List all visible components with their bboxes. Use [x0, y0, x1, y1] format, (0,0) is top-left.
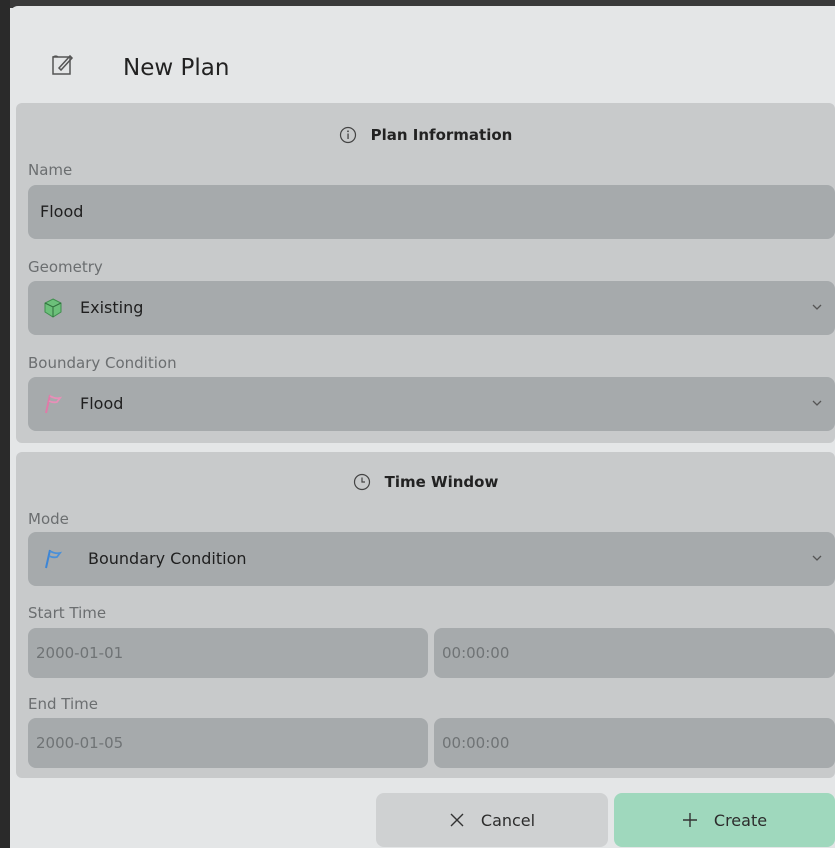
close-icon — [450, 813, 464, 827]
edit-plan-icon — [52, 54, 74, 75]
plan-information-title: Plan Information — [370, 126, 513, 144]
start-date-value: 2000-01-01 — [36, 644, 124, 662]
dialog-header: New Plan — [10, 6, 835, 102]
end-time-input[interactable]: 00:00:00 — [434, 718, 835, 768]
plus-icon — [682, 813, 697, 827]
geometry-select[interactable]: Existing — [28, 281, 835, 335]
time-window-section: Time Window Mode Boundary Condition Star… — [16, 452, 835, 778]
new-plan-dialog: New Plan Plan Information Name Flood Geo… — [10, 6, 835, 848]
time-window-header: Time Window — [16, 470, 835, 494]
name-input[interactable]: Flood — [28, 185, 835, 239]
chevron-down-icon — [812, 400, 822, 406]
end-time-label: End Time — [28, 695, 98, 713]
name-value: Flood — [40, 202, 84, 221]
boundary-condition-select[interactable]: Flood — [28, 377, 835, 431]
info-icon — [339, 126, 356, 144]
create-label: Create — [713, 810, 768, 830]
plan-information-header: Plan Information — [16, 123, 835, 147]
end-date-value: 2000-01-05 — [36, 734, 124, 752]
name-label: Name — [28, 161, 73, 179]
plan-information-section: Plan Information Name Flood Geometry Exi… — [16, 103, 835, 443]
cancel-label: Cancel — [480, 810, 536, 830]
end-time-value: 00:00:00 — [442, 734, 510, 752]
time-window-title: Time Window — [384, 473, 499, 491]
chevron-down-icon — [812, 555, 822, 561]
boundary-condition-value: Flood — [80, 394, 124, 413]
boundary-condition-label: Boundary Condition — [28, 354, 177, 372]
geometry-label: Geometry — [28, 258, 103, 276]
end-date-input[interactable]: 2000-01-05 — [28, 718, 428, 768]
flag-icon — [45, 394, 63, 414]
start-time-input[interactable]: 00:00:00 — [434, 628, 835, 678]
start-date-input[interactable]: 2000-01-01 — [28, 628, 428, 678]
mode-label: Mode — [28, 510, 69, 528]
create-button[interactable]: Create — [614, 793, 835, 847]
start-time-label: Start Time — [28, 604, 107, 622]
mode-select[interactable]: Boundary Condition — [28, 532, 835, 586]
window-edge-left — [0, 0, 10, 848]
cancel-button[interactable]: Cancel — [376, 793, 608, 847]
flag-icon — [45, 549, 63, 569]
chevron-down-icon — [812, 304, 822, 310]
start-time-value: 00:00:00 — [442, 644, 510, 662]
dialog-title: New Plan — [123, 55, 230, 81]
cube-icon — [44, 298, 62, 318]
clock-icon — [353, 473, 370, 491]
mode-value: Boundary Condition — [88, 549, 247, 568]
geometry-value: Existing — [80, 298, 144, 317]
